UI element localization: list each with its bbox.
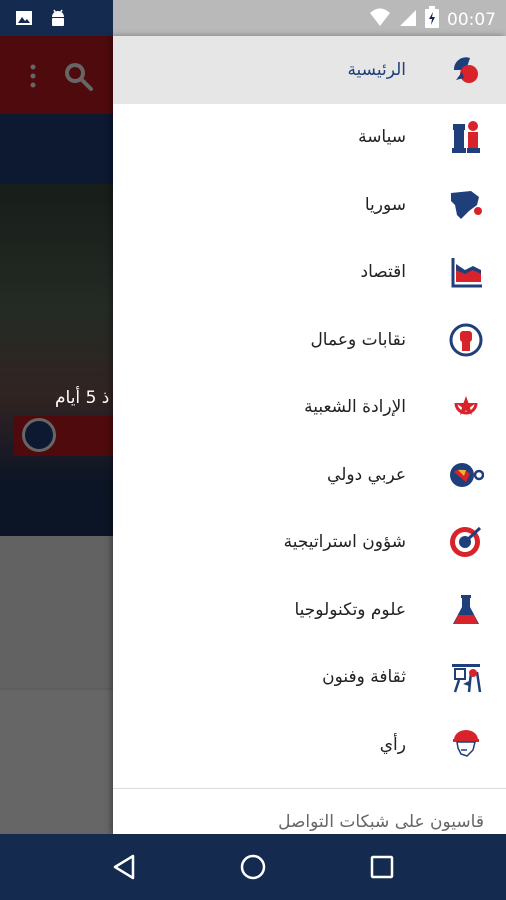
globe-icon xyxy=(448,457,484,493)
chess-icon xyxy=(448,119,484,155)
menu-item-label: رأي xyxy=(379,734,406,755)
drawer-divider xyxy=(113,788,506,789)
menu-item-label: ثقافة وفنون xyxy=(322,667,406,688)
social-networks-heading: قاسيون على شبكات التواصل xyxy=(278,812,484,832)
article-badge-text: ذ 5 أيام xyxy=(55,388,110,408)
flask-icon xyxy=(448,592,484,628)
menu-item-home[interactable]: الرئيسية xyxy=(113,36,506,104)
clock: 00:07 xyxy=(447,9,496,30)
drawer-menu: الرئيسية سياسة سوريا اقتصاد نقابات وعمال xyxy=(113,36,506,779)
menu-item-label: سياسة xyxy=(358,127,406,148)
menu-item-label: شؤون استراتيجية xyxy=(283,532,406,553)
menu-item-label: علوم وتكنولوجيا xyxy=(294,599,406,620)
status-bar: 00:07 xyxy=(0,0,506,36)
painting-easel-icon xyxy=(448,659,484,695)
target-icon xyxy=(448,524,484,560)
menu-item-science-tech[interactable]: علوم وتكنولوجيا xyxy=(113,576,506,644)
system-navigation-bar xyxy=(0,834,506,900)
star-icon xyxy=(448,389,484,425)
menu-item-opinion[interactable]: رأي xyxy=(113,711,506,779)
menu-item-politics[interactable]: سياسة xyxy=(113,104,506,172)
battery-icon xyxy=(425,6,439,33)
menu-item-label: اقتصاد xyxy=(360,262,406,283)
raised-fist-icon xyxy=(448,322,484,358)
menu-item-culture-arts[interactable]: ثقافة وفنون xyxy=(113,644,506,712)
menu-item-strategic-affairs[interactable]: شؤون استراتيجية xyxy=(113,509,506,577)
navigation-drawer: الرئيسية سياسة سوريا اقتصاد نقابات وعمال xyxy=(113,36,506,834)
back-button[interactable] xyxy=(100,843,148,891)
home-button[interactable] xyxy=(229,843,277,891)
menu-item-label: الرئيسية xyxy=(347,59,406,80)
menu-item-label: سوريا xyxy=(364,194,406,215)
menu-item-label: نقابات وعمال xyxy=(310,329,406,350)
recents-button[interactable] xyxy=(358,843,406,891)
menu-item-label: عربي دولي xyxy=(327,464,406,485)
menu-item-popular-will[interactable]: الإرادة الشعبية xyxy=(113,374,506,442)
menu-item-economy[interactable]: اقتصاد xyxy=(113,239,506,307)
menu-item-arab-international[interactable]: عربي دولي xyxy=(113,441,506,509)
wifi-icon xyxy=(369,7,391,32)
image-icon xyxy=(14,8,34,32)
android-icon xyxy=(48,8,68,32)
opinion-head-icon xyxy=(448,727,484,763)
signal-icon xyxy=(399,7,417,32)
menu-item-syria[interactable]: سوريا xyxy=(113,171,506,239)
menu-item-unions[interactable]: نقابات وعمال xyxy=(113,306,506,374)
syria-map-icon xyxy=(448,187,484,223)
economy-chart-icon xyxy=(448,254,484,290)
menu-item-label: الإرادة الشعبية xyxy=(304,397,406,418)
home-icon xyxy=(448,52,484,88)
